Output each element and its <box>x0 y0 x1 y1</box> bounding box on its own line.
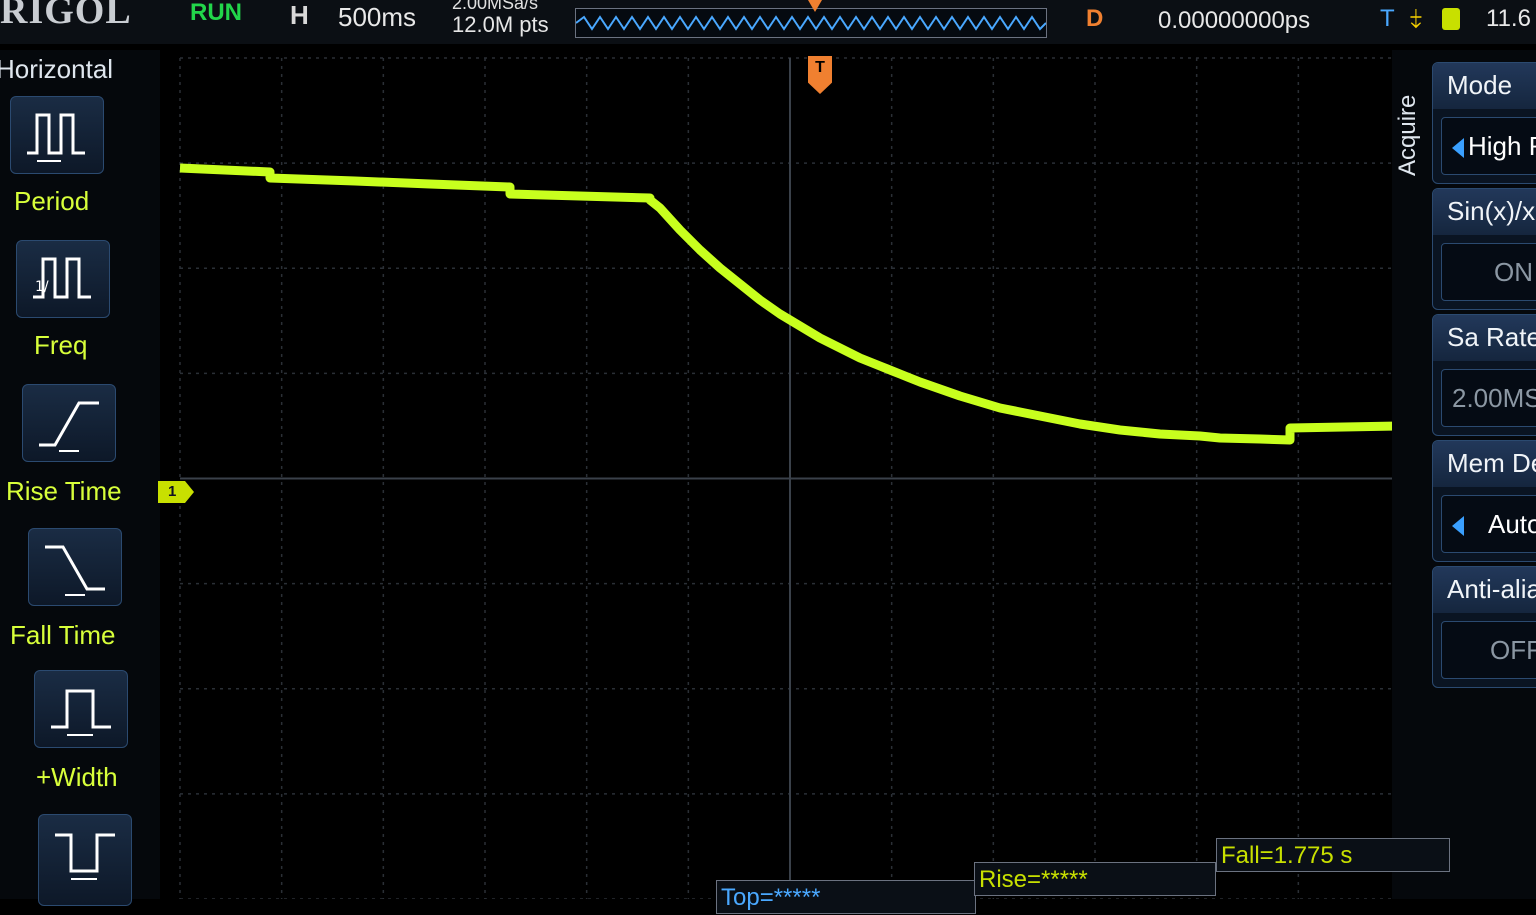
acquire-mode-value: High Res <box>1441 117 1536 175</box>
acquire-mode-title: Mode <box>1433 63 1536 109</box>
measurement-rise: Rise=***** <box>974 862 1216 896</box>
sample-rate-button[interactable]: Sa Rate 2.00MSa/s <box>1432 314 1536 436</box>
negative-width-button[interactable] <box>38 814 132 906</box>
memory-depth-readout: 12.0M pts <box>452 12 549 37</box>
rise-time-icon <box>39 401 99 452</box>
menu-title: Horizontal <box>0 54 114 84</box>
measurement-top: Top=***** <box>716 880 976 914</box>
anti-aliasing-button[interactable]: Anti-aliasing OFF <box>1432 566 1536 688</box>
svg-text:1/: 1/ <box>35 279 49 295</box>
measurement-fall: Fall=1.775 s <box>1216 838 1450 872</box>
rise-time-label: Rise Time <box>6 476 122 506</box>
rise-time-button[interactable] <box>22 384 116 462</box>
period-label: Period <box>14 186 90 216</box>
graticule <box>179 57 1400 899</box>
horizontal-label: H <box>290 0 309 30</box>
sample-rate-value: 2.00MSa/s <box>1441 369 1536 427</box>
memory-depth-title: Mem Depth <box>1433 441 1536 487</box>
sample-rate-title: Sa Rate <box>1433 315 1536 361</box>
positive-width-icon <box>51 689 111 736</box>
sinx-value: ON <box>1441 243 1536 301</box>
delay-value[interactable]: 0.00000000ps <box>1158 6 1310 36</box>
negative-width-icon <box>55 833 115 880</box>
run-status[interactable]: RUN <box>190 0 242 28</box>
fall-time-label: Fall Time <box>10 620 116 650</box>
brand-logo: RIGOL <box>0 0 132 32</box>
overview-wave-icon <box>575 15 1047 31</box>
positive-width-label: +Width <box>36 762 118 792</box>
frequency-icon: 1/ <box>33 257 91 299</box>
freq-label: Freq <box>34 330 88 360</box>
anti-aliasing-value: OFF <box>1441 621 1536 679</box>
fall-time-button[interactable] <box>28 528 122 606</box>
arrow-left-icon <box>1452 138 1464 159</box>
sinx-title: Sin(x)/x <box>1433 189 1536 235</box>
trigger-label: T <box>1380 5 1395 32</box>
status-bar: RIGOL RUN H 500ms 2.00MSa/s 12.0M pts D … <box>0 0 1536 44</box>
trigger-level-value[interactable]: 11.6 <box>1486 4 1531 34</box>
trigger-source-icon <box>1442 8 1460 30</box>
period-button[interactable] <box>10 96 104 174</box>
timebase-value[interactable]: 500ms <box>338 2 416 32</box>
waveform-overview[interactable] <box>575 8 1047 38</box>
trigger-edge-icon: ⤈ <box>1410 2 1422 32</box>
sinx-button[interactable]: Sin(x)/x ON <box>1432 188 1536 310</box>
acquire-mode-button[interactable]: Mode High Res <box>1432 62 1536 184</box>
memory-depth-text: Auto <box>1488 509 1536 539</box>
memory-depth-button[interactable]: Mem Depth Auto <box>1432 440 1536 562</box>
anti-aliasing-title: Anti-aliasing <box>1433 567 1536 613</box>
acquire-mode-text: High Res <box>1468 131 1536 161</box>
delay-label: D <box>1086 5 1104 32</box>
freq-button[interactable]: 1/ <box>16 240 110 318</box>
arrow-left-icon <box>1452 516 1464 537</box>
period-icon <box>27 113 85 162</box>
memory-depth-value: Auto <box>1441 495 1536 553</box>
acquire-menu-title: Acquire <box>1394 94 1421 176</box>
fall-time-icon <box>45 545 105 596</box>
positive-width-button[interactable] <box>34 670 128 748</box>
waveform-display[interactable] <box>160 48 1400 899</box>
